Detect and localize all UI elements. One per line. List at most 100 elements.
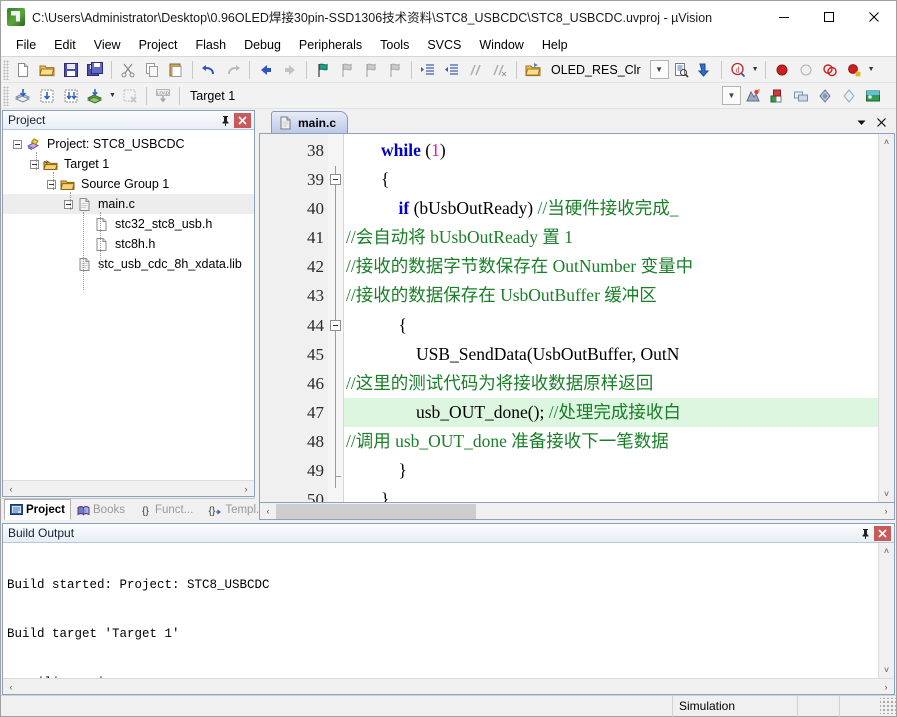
scrollbar-track[interactable] — [879, 559, 894, 662]
toolbar-grip[interactable] — [3, 59, 9, 80]
menu-project[interactable]: Project — [130, 35, 187, 55]
bookmark-next-icon[interactable] — [359, 59, 383, 81]
menu-tools[interactable]: Tools — [371, 35, 418, 55]
tree-expander[interactable] — [62, 194, 75, 214]
menu-debug[interactable]: Debug — [235, 35, 290, 55]
menu-window[interactable]: Window — [470, 35, 532, 55]
manage-project-icon[interactable] — [765, 85, 789, 107]
project-tree[interactable]: Project: STC8_USBCDC Target 1 Source Gro… — [3, 130, 254, 480]
editor-horizontal-scrollbar[interactable]: ‹ › — [259, 503, 895, 520]
browse-symbol-chevron-down-icon[interactable]: ▼ — [750, 59, 761, 81]
scrollbar-thumb[interactable] — [276, 503, 476, 519]
find-combo[interactable]: OLED_RES_Clr — [545, 60, 647, 80]
tree-item-main-c[interactable]: main.c — [3, 194, 254, 214]
target-combo-chevron-down-icon[interactable]: ▼ — [722, 86, 741, 105]
save-all-icon[interactable] — [83, 59, 107, 81]
code-line[interactable]: //调用 usb_OUT_done 准备接收下一笔数据 — [344, 427, 878, 456]
project-close-icon[interactable] — [234, 112, 251, 128]
components-icon[interactable] — [789, 85, 813, 107]
redo-icon[interactable] — [221, 59, 245, 81]
code-editor[interactable]: 38 39 40 41 42 43 44 45 46 47 48 49 50 5… — [259, 133, 895, 503]
menu-file[interactable]: File — [7, 35, 45, 55]
build-output-horizontal-scrollbar[interactable]: ‹ › — [3, 678, 894, 694]
tree-item-source-group[interactable]: Source Group 1 — [3, 174, 254, 194]
editor-vertical-scrollbar[interactable]: ˄ ˅ — [878, 134, 894, 502]
code-line[interactable]: { — [344, 311, 878, 340]
navigate-forward-icon[interactable] — [278, 59, 302, 81]
scrollbar-track[interactable] — [476, 503, 878, 519]
build-output-body[interactable]: Build started: Project: STC8_USBCDC Buil… — [3, 543, 894, 678]
project-horizontal-scrollbar[interactable]: ‹ › — [3, 480, 254, 496]
code-line[interactable]: //接收的数据保存在 UsbOutBuffer 缓冲区 — [344, 281, 878, 310]
undo-icon[interactable] — [197, 59, 221, 81]
batch-build-icon[interactable] — [83, 85, 107, 107]
code-fold-gutter[interactable] — [328, 134, 344, 502]
code-line[interactable]: { — [344, 165, 878, 194]
browse-symbol-icon[interactable]: d — [726, 59, 750, 81]
fold-row[interactable] — [328, 311, 343, 340]
code-line[interactable]: } — [344, 456, 878, 485]
build-icon[interactable] — [35, 85, 59, 107]
scroll-left-icon[interactable]: ‹ — [260, 503, 276, 519]
new-file-icon[interactable] — [11, 59, 35, 81]
minimize-button[interactable] — [761, 1, 806, 33]
batch-build-chevron-down-icon[interactable]: ▼ — [107, 85, 118, 107]
code-line[interactable]: USB_SendData(UsbOutBuffer, OutN — [344, 340, 878, 369]
build-output-vertical-scrollbar[interactable]: ˄ ˅ — [878, 543, 894, 678]
scroll-up-icon[interactable]: ˄ — [879, 134, 894, 150]
fold-row[interactable] — [328, 165, 343, 194]
close-button[interactable] — [851, 1, 896, 33]
scroll-left-icon[interactable]: ‹ — [3, 481, 19, 496]
resize-grip-icon[interactable] — [880, 698, 896, 714]
pack-installer-icon[interactable] — [837, 85, 861, 107]
tab-books[interactable]: Books — [71, 500, 131, 520]
find-combo-chevron-down-icon[interactable]: ▼ — [649, 60, 669, 79]
code-line[interactable]: //这里的测试代码为将接收数据原样返回 — [344, 369, 878, 398]
menu-svcs[interactable]: SVCS — [418, 35, 470, 55]
configure-chevron-down-icon[interactable] — [885, 85, 896, 107]
scroll-down-icon[interactable]: ˅ — [879, 662, 894, 678]
tree-item-stc32-usb-h[interactable]: stc32_stc8_usb.h — [3, 214, 254, 234]
open-folder-icon[interactable] — [521, 59, 545, 81]
breakpoint-icon[interactable] — [770, 59, 794, 81]
editor-close-icon[interactable] — [871, 112, 891, 132]
editor-tab-main-c[interactable]: main.c — [271, 111, 349, 133]
bookmark-prev-icon[interactable] — [335, 59, 359, 81]
code-body[interactable]: 38 39 40 41 42 43 44 45 46 47 48 49 50 5… — [260, 134, 878, 502]
breakpoint-chevron-down-icon[interactable]: ▼ — [866, 59, 877, 81]
tree-item-project[interactable]: Project: STC8_USBCDC — [3, 134, 254, 154]
menu-edit[interactable]: Edit — [45, 35, 85, 55]
translate-icon[interactable] — [11, 85, 35, 107]
save-icon[interactable] — [59, 59, 83, 81]
outdent-icon[interactable] — [440, 59, 464, 81]
svcs-icon[interactable] — [861, 85, 885, 107]
navigate-back-icon[interactable] — [254, 59, 278, 81]
scroll-up-icon[interactable]: ˄ — [879, 543, 894, 559]
scrollbar-track[interactable] — [879, 150, 894, 486]
build-output-text[interactable]: Build started: Project: STC8_USBCDC Buil… — [3, 543, 878, 678]
scrollbar-track[interactable] — [19, 481, 238, 496]
build-output-close-icon[interactable] — [874, 525, 891, 541]
incremental-find-icon[interactable] — [693, 59, 717, 81]
scroll-right-icon[interactable]: › — [878, 679, 894, 694]
code-line[interactable]: while (1) — [344, 136, 878, 165]
menu-peripherals[interactable]: Peripherals — [290, 35, 371, 55]
uncomment-icon[interactable] — [488, 59, 512, 81]
maximize-button[interactable] — [806, 1, 851, 33]
download-icon[interactable]: LOAD — [151, 85, 175, 107]
menu-help[interactable]: Help — [533, 35, 577, 55]
cut-icon[interactable] — [116, 59, 140, 81]
copy-icon[interactable] — [140, 59, 164, 81]
project-pin-icon[interactable] — [217, 112, 234, 129]
rebuild-icon[interactable] — [59, 85, 83, 107]
tree-item-lib[interactable]: stc_usb_cdc_8h_xdata.lib — [3, 254, 254, 274]
scroll-right-icon[interactable]: › — [238, 481, 254, 496]
code-line[interactable]: if (bUsbOutReady) //当硬件接收完成_ — [344, 194, 878, 223]
code-line[interactable]: usb_OUT_done(); //处理完成接收白 — [344, 397, 878, 427]
scroll-right-icon[interactable]: › — [878, 503, 894, 519]
code-text[interactable]: while (1) { if (bUsbOutReady) //当硬件接收完成_… — [344, 134, 878, 502]
menu-flash[interactable]: Flash — [186, 35, 235, 55]
build-toolbar-grip[interactable] — [3, 85, 9, 106]
indent-icon[interactable] — [416, 59, 440, 81]
scroll-down-icon[interactable]: ˅ — [879, 486, 894, 502]
